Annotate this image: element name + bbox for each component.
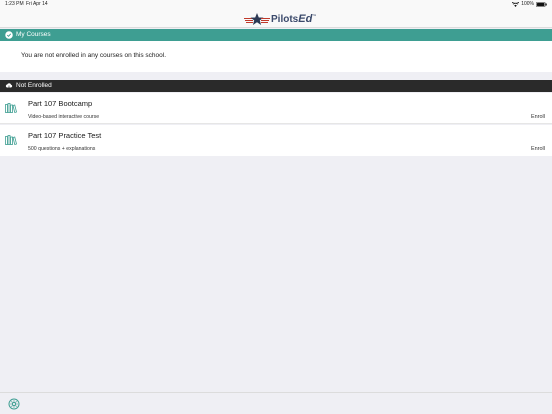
nav-bar: Pilots Ed ™ bbox=[0, 9, 552, 28]
status-time: 1:23 PM bbox=[5, 1, 24, 7]
logo-text-pilots: Pilots bbox=[271, 13, 299, 25]
not-enrolled-header: Not Enrolled bbox=[0, 80, 552, 92]
books-icon bbox=[5, 103, 17, 113]
footer-divider bbox=[0, 392, 552, 393]
wifi-icon bbox=[512, 2, 520, 7]
course-title: Part 107 Bootcamp bbox=[28, 99, 93, 108]
cloud-download-icon bbox=[5, 83, 13, 90]
course-row[interactable]: Part 107 Bootcamp Video-based interactiv… bbox=[0, 93, 552, 124]
check-circle-icon bbox=[5, 31, 13, 39]
battery-percent: 100% bbox=[521, 1, 534, 7]
course-subtitle: 500 questions + explanations bbox=[28, 146, 96, 152]
empty-courses-message: You are not enrolled in any courses on t… bbox=[0, 41, 552, 72]
logo-text-ed: Ed bbox=[298, 13, 313, 25]
settings-icon[interactable] bbox=[8, 398, 20, 410]
status-date: Fri Apr 14 bbox=[26, 1, 48, 7]
enroll-button[interactable]: Enroll bbox=[531, 146, 545, 152]
empty-message-text: You are not enrolled in any courses on t… bbox=[21, 52, 167, 59]
my-courses-label: My Courses bbox=[16, 31, 51, 38]
course-subtitle: Video-based interactive course bbox=[28, 114, 100, 120]
status-right: 100% bbox=[512, 0, 547, 9]
enroll-button[interactable]: Enroll bbox=[531, 114, 545, 120]
battery-icon bbox=[536, 2, 547, 7]
course-title: Part 107 Practice Test bbox=[28, 131, 102, 140]
logo-trademark: ™ bbox=[312, 13, 317, 18]
status-bar: 1:23 PM Fri Apr 14 100% bbox=[0, 0, 552, 9]
course-row[interactable]: Part 107 Practice Test 500 questions + e… bbox=[0, 125, 552, 156]
not-enrolled-label: Not Enrolled bbox=[16, 82, 52, 89]
my-courses-header: My Courses bbox=[0, 29, 552, 41]
star-wings-icon bbox=[244, 13, 270, 25]
books-icon bbox=[5, 135, 17, 145]
pilotsed-logo: Pilots Ed ™ bbox=[244, 12, 316, 26]
